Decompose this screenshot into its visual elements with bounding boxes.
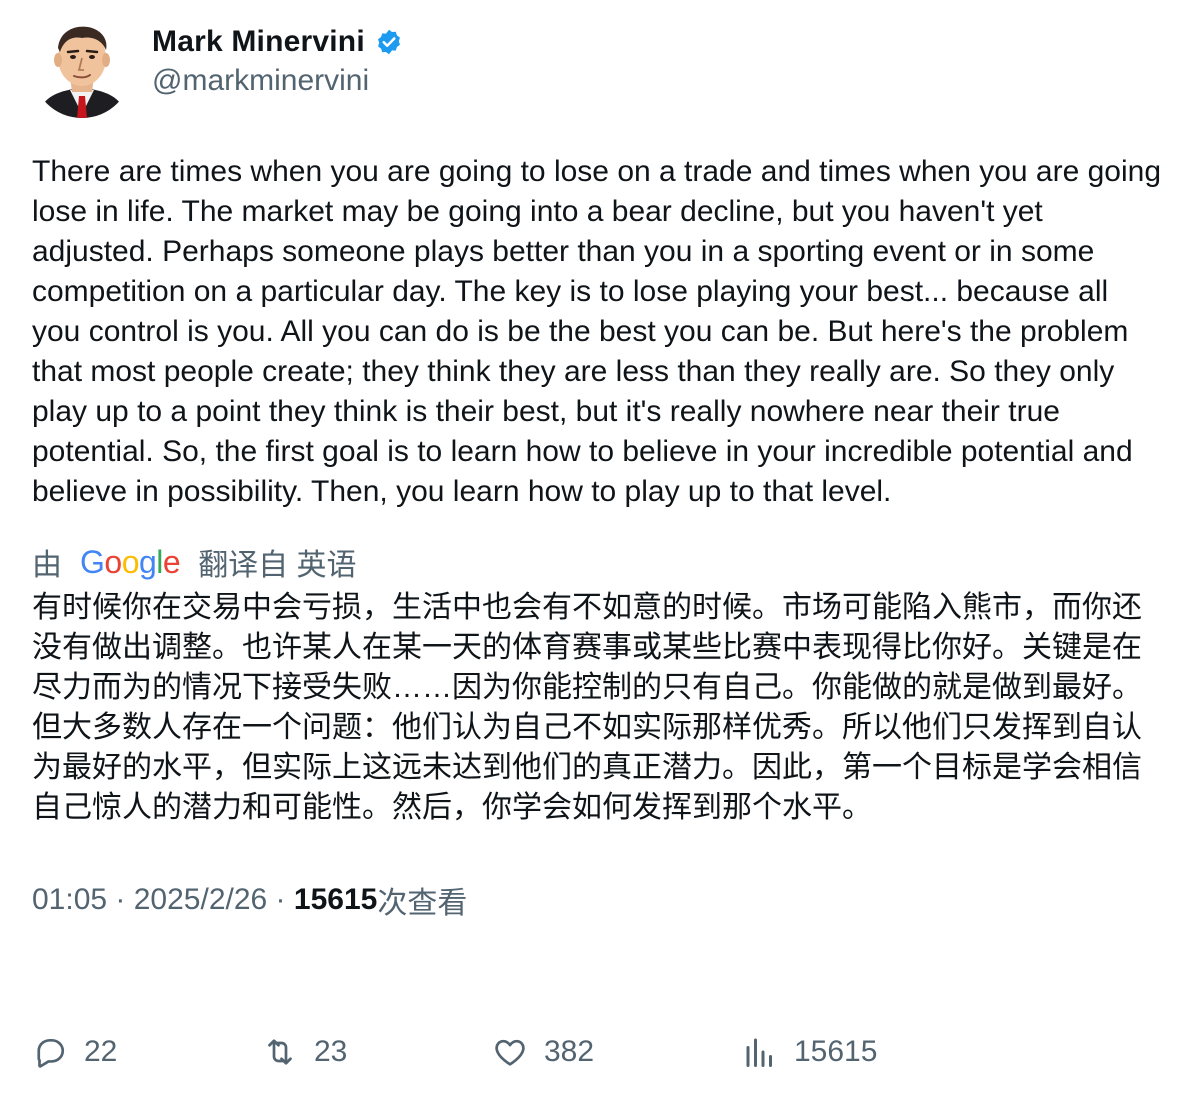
tweet-time[interactable]: 01:05	[32, 883, 107, 917]
avatar[interactable]	[32, 18, 132, 118]
views-label: 次查看	[377, 887, 468, 920]
translated-text: 有时候你在交易中会亏损，生活中也会有不如意的时候。市场可能陷入熊市，而你还没有做…	[32, 591, 1142, 824]
tweet-text: There are times when you are going to lo…	[32, 155, 1170, 508]
tweet-header: Mark Minervini @markminervini	[32, 18, 1162, 126]
tweet-date[interactable]: 2025/2/26	[134, 883, 267, 917]
views-button[interactable]: 15615	[742, 1034, 877, 1070]
translation-suffix: 翻译自 英语	[198, 549, 357, 582]
retweet-icon	[262, 1034, 298, 1070]
like-count: 382	[544, 1035, 595, 1068]
like-button[interactable]: 382	[492, 1034, 742, 1070]
meta-separator: ·	[267, 883, 294, 916]
tweet-meta: 01:05 · 2025/2/26 · 15615 次查看	[32, 880, 1162, 920]
meta-separator: ·	[107, 883, 134, 916]
reply-icon	[32, 1034, 68, 1070]
handle[interactable]: @markminervini	[152, 64, 403, 98]
tweet: Mark Minervini @markminervini There are …	[32, 18, 1162, 920]
verified-badge-icon	[375, 28, 403, 56]
views-count: 15615	[293, 883, 378, 916]
analytics-icon	[742, 1034, 778, 1070]
action-bar: 22 23 382 15615	[32, 1030, 1162, 1074]
avatar-illustration	[32, 18, 132, 118]
retweet-button[interactable]: 23	[262, 1034, 492, 1070]
translation-attribution[interactable]: 由 Google 翻译自 英语	[32, 542, 1162, 583]
display-name[interactable]: Mark Minervini	[152, 25, 365, 59]
translation-prefix: 由	[32, 549, 62, 582]
display-name-row: Mark Minervini	[152, 24, 403, 60]
reply-count: 22	[84, 1035, 118, 1068]
retweet-count: 23	[314, 1035, 348, 1068]
author-names: Mark Minervini @markminervini	[152, 18, 403, 98]
google-logo: Google	[80, 543, 181, 580]
heart-icon	[492, 1034, 528, 1070]
reply-button[interactable]: 22	[32, 1034, 262, 1070]
views-action-count: 15615	[794, 1035, 878, 1068]
